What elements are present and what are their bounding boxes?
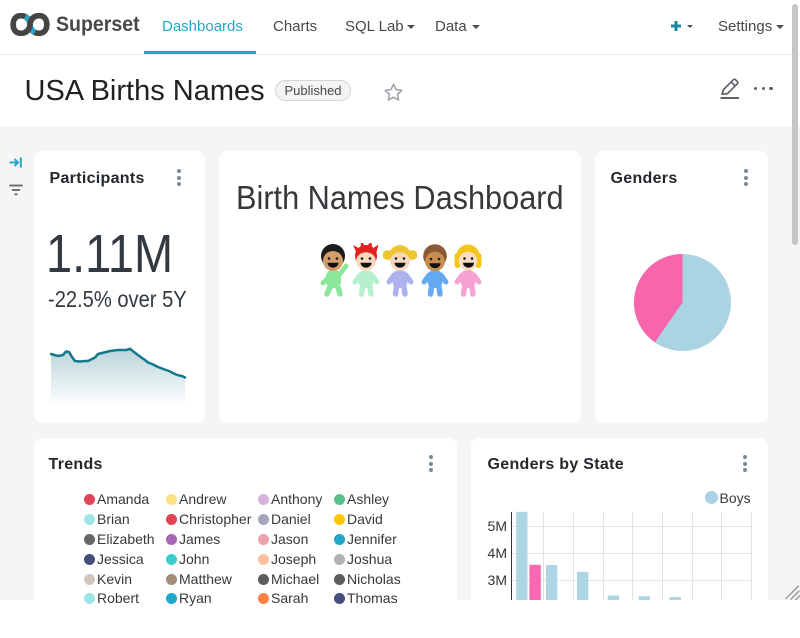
svg-text:3M: 3M — [488, 572, 507, 588]
svg-text:4M: 4M — [488, 545, 507, 561]
svg-text:5M: 5M — [488, 518, 507, 534]
